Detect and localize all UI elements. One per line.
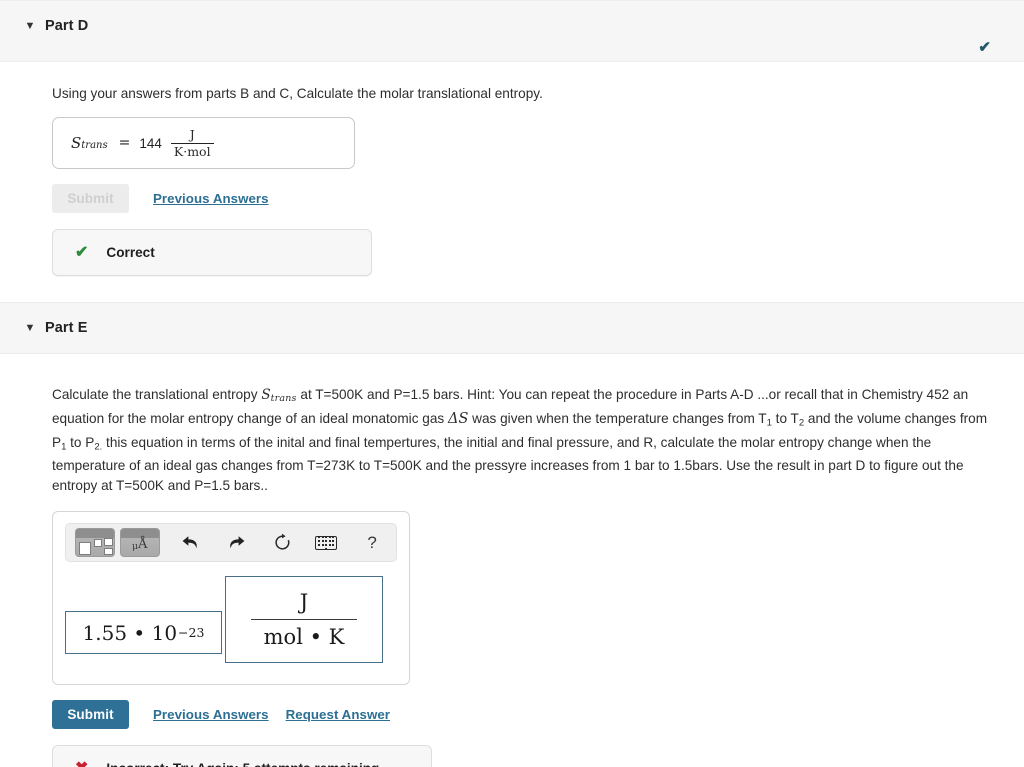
units-tool-icon[interactable]: μÅ [119,528,160,558]
reset-icon[interactable] [267,530,297,556]
answer-unit-denominator: mol • K [263,625,345,650]
cross-icon: ✖ [75,760,88,767]
part-e-body: Calculate the translational entropy Stra… [0,385,1024,767]
undo-icon[interactable] [176,530,206,556]
part-e-actions: Submit Previous Answers Request Answer [52,700,1004,730]
part-d-prompt: Using your answers from parts B and C, C… [52,86,543,101]
prompt-symbol-delta-s: ΔS [447,410,469,427]
prompt-segment-3: was given when the temperature changes f… [468,410,767,426]
part-e-title: Part E [45,320,88,337]
part-d-answer-equals: = [118,135,131,152]
math-answer-editor: μÅ ? 1.55 • 10 −23 J mol • K [52,511,410,686]
units-tool-angstrom: Å [137,537,148,553]
part-d-actions: Submit Previous Answers [52,184,1004,214]
part-d-answer-display: Strans = 144 J K·mol [52,117,355,170]
prompt-segment-1: Calculate the translational entropy [52,387,262,403]
part-e-header[interactable]: ▼ Part E [0,302,1024,355]
prompt-segment-4: to T [771,410,799,426]
part-e-feedback-incorrect: ✖ Incorrect; Try Again; 5 attempts remai… [52,745,432,767]
help-icon[interactable]: ? [357,530,387,556]
unit-fraction-bar [251,619,357,621]
math-editor-toolbar: μÅ ? [65,523,397,563]
answer-value-text: 1.55 • 10 [82,620,178,645]
prompt-segment-7: this equation in terms of the inital and… [52,434,964,493]
part-d-header[interactable]: ▼ Part D ✔ [0,0,1024,62]
part-d-feedback-text: Correct [106,245,155,261]
part-d-complete-check-icon: ✔ [978,39,991,56]
part-e-prompt: Calculate the translational entropy Stra… [52,385,1004,495]
part-d-previous-answers-link[interactable]: Previous Answers [153,191,269,206]
answer-value-input[interactable]: 1.55 • 10 −23 [65,611,222,655]
prompt-symbol-strans: Strans [261,387,297,405]
answer-unit-numerator: J [299,590,309,615]
part-e-previous-answers-link[interactable]: Previous Answers [153,707,269,722]
part-e-submit-button[interactable]: Submit [52,700,129,730]
problem-page: ▼ Part D ✔ Using your answers from parts… [0,0,1024,767]
unit-denominator: K·mol [173,143,211,159]
part-d-title: Part D [45,18,89,34]
part-d-feedback-correct: ✔ Correct [52,229,372,277]
part-d-answer-unit: J K·mol [170,127,214,159]
prompt-segment-6: to P [66,434,95,450]
math-entry-row: 1.55 • 10 −23 J mol • K [65,576,397,668]
part-d-submit-button: Submit [52,184,129,214]
part-e-feedback-text: Incorrect; Try Again; 5 attempts remaini… [106,761,379,767]
check-icon: ✔ [75,243,89,261]
part-e-request-answer-link[interactable]: Request Answer [286,707,390,722]
unit-numerator: J [189,127,195,143]
keyboard-icon[interactable] [311,530,341,556]
chevron-down-icon[interactable]: ▼ [20,321,40,335]
chevron-down-icon[interactable]: ▼ [20,19,40,33]
answer-unit-input[interactable]: J mol • K [225,576,383,664]
part-d-answer-value: 144 [139,135,162,151]
template-tool-icon[interactable] [75,528,115,558]
redo-icon[interactable] [222,530,252,556]
answer-value-exponent: −23 [178,625,205,641]
part-d-answer-symbol: Strans [71,134,108,153]
part-d-body: Using your answers from parts B and C, C… [0,84,1024,302]
